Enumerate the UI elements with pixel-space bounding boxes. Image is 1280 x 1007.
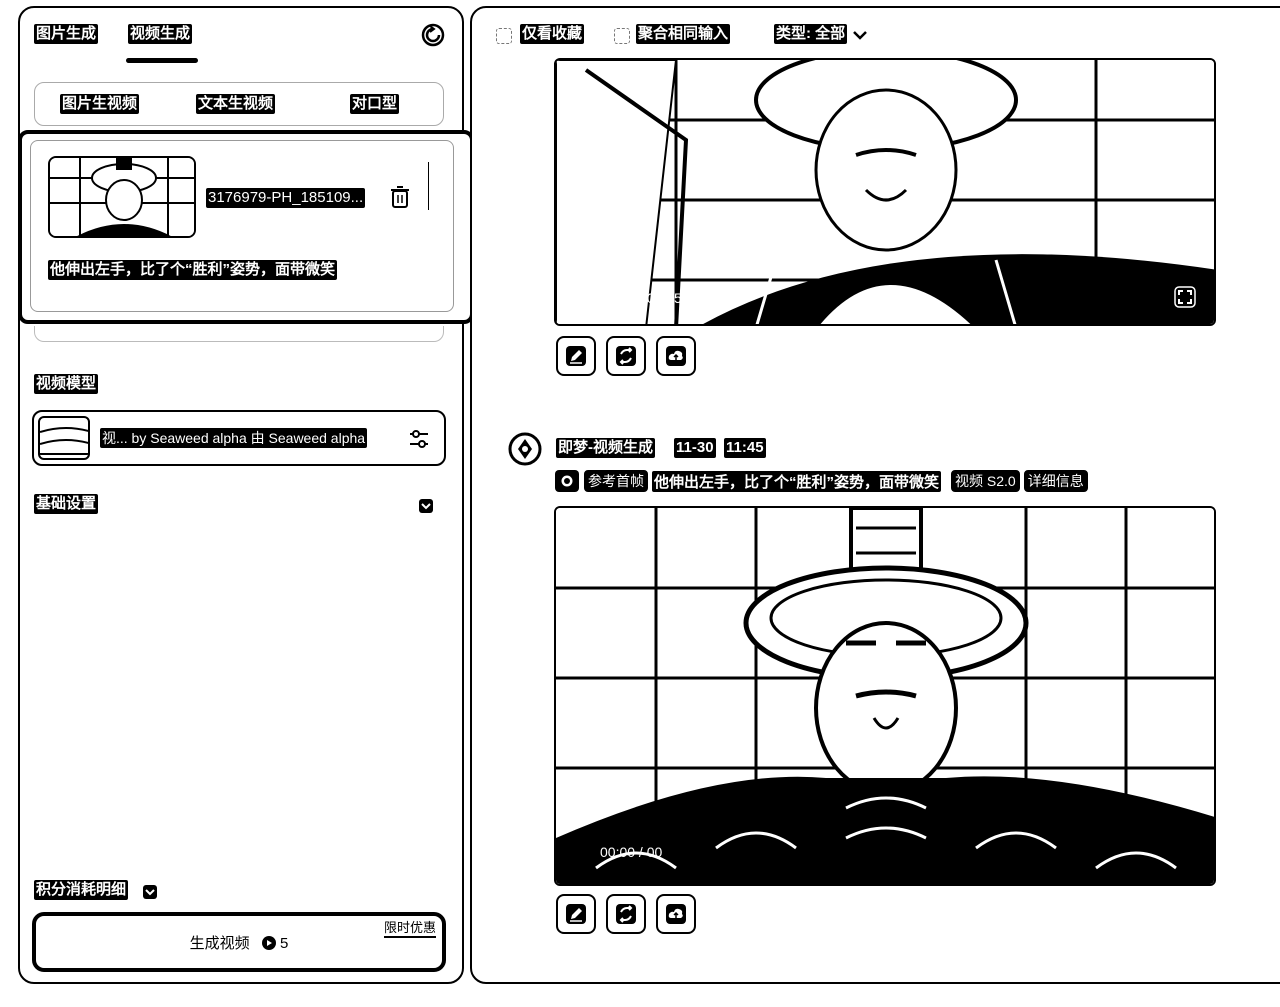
video-frame-content <box>556 60 1214 324</box>
right-panel: 仅看收藏 聚合相同输入 类型: 全部 00:02 / 00:05 即梦-视频生成… <box>470 6 1280 984</box>
pencil-icon <box>566 346 586 366</box>
tab-image-to-video[interactable]: 图片生视频 <box>60 94 140 114</box>
aggregate-checkbox[interactable] <box>614 28 630 44</box>
reference-frame-tag[interactable]: 参考首帧 <box>584 470 648 492</box>
generate-video-button[interactable]: 生成视频 5 限时优惠 <box>32 912 446 972</box>
promo-badge: 限时优惠 <box>383 920 436 938</box>
reference-image-icon <box>554 469 580 493</box>
settings-sliders-icon[interactable] <box>408 428 430 450</box>
model-name: 视... by Seaweed alpha 由 Seaweed alpha <box>100 428 368 448</box>
record-time: 11:45 <box>724 438 766 458</box>
record-source: 即梦-视频生成 <box>556 438 655 458</box>
video-time-display: 00:02 / 00:05 <box>600 290 682 306</box>
upload-cloud-icon <box>666 904 686 924</box>
generate-button-content: 生成视频 5 <box>36 934 442 954</box>
record-prompt[interactable]: 他伸出左手，比了个“胜利”姿势，面带微笑 <box>652 470 942 492</box>
tab-lip-sync[interactable]: 对口型 <box>350 94 400 114</box>
active-tab-underline <box>126 58 198 63</box>
trash-icon[interactable] <box>390 186 410 208</box>
edit-button[interactable] <box>556 894 596 934</box>
regenerate-icon <box>616 904 636 924</box>
video-time-display: 00:00 / 00 <box>600 844 663 860</box>
generate-button-label: 生成视频 <box>189 935 250 952</box>
prompt-row: 参考首帧 他伸出左手，比了个“胜利”姿势，面带微笑 视频 S2.0 详细信息 <box>554 468 1088 494</box>
tab-text-to-video[interactable]: 文本生视频 <box>196 94 276 114</box>
details-button[interactable]: 详细信息 <box>1023 470 1088 492</box>
upload-card[interactable]: 3176979-PH_185109... 他伸出左手，比了个“胜利”姿势，面带微… <box>18 130 474 324</box>
video-frame-content <box>556 508 1214 884</box>
chevron-down-icon[interactable] <box>852 28 868 42</box>
upscale-button[interactable] <box>656 894 696 934</box>
regenerate-icon <box>616 346 636 366</box>
fullscreen-icon[interactable] <box>1174 286 1196 308</box>
aggregate-inputs-label[interactable]: 聚合相同输入 <box>636 24 731 44</box>
upscale-button[interactable] <box>656 336 696 376</box>
tab-image-generation[interactable]: 图片生成 <box>34 24 99 44</box>
video-model-label: 视频模型 <box>34 374 99 394</box>
favorites-checkbox[interactable] <box>496 28 512 44</box>
regenerate-button[interactable] <box>606 894 646 934</box>
refresh-icon[interactable] <box>420 22 446 48</box>
chevron-down-icon[interactable] <box>142 884 158 900</box>
chevron-down-icon[interactable] <box>418 498 434 514</box>
card-shadow-edge <box>34 326 444 342</box>
generate-cost: 5 <box>280 935 289 952</box>
video-model-selector[interactable]: 视... by Seaweed alpha 由 Seaweed alpha <box>32 410 446 466</box>
pencil-icon <box>566 904 586 924</box>
upload-cloud-icon <box>666 346 686 366</box>
card-divider <box>428 162 429 210</box>
uploaded-image-thumbnail <box>48 156 196 238</box>
model-badge: 视频 S2.0 <box>951 470 1020 492</box>
credit-coin-icon <box>261 936 276 950</box>
regenerate-button[interactable] <box>606 336 646 376</box>
record-date: 11-30 <box>674 438 716 458</box>
video-player[interactable]: 00:00 / 00 <box>554 506 1216 886</box>
left-panel: 图片生成 视频生成 图片生视频 文本生视频 对口型 3176979-PH_185… <box>18 6 474 984</box>
credits-detail-label[interactable]: 积分消耗明细 <box>34 880 129 900</box>
video-player[interactable]: 00:02 / 00:05 <box>554 58 1216 326</box>
basic-settings-label[interactable]: 基础设置 <box>34 494 99 514</box>
edit-button[interactable] <box>556 336 596 376</box>
tab-video-generation[interactable]: 视频生成 <box>128 24 193 44</box>
uploaded-filename: 3176979-PH_185109... <box>206 188 366 208</box>
app-logo-icon <box>508 432 542 466</box>
model-thumbnail <box>38 416 90 460</box>
type-filter-dropdown[interactable]: 类型: 全部 <box>774 24 848 44</box>
favorites-only-label[interactable]: 仅看收藏 <box>520 24 585 44</box>
prompt-text[interactable]: 他伸出左手，比了个“胜利”姿势，面带微笑 <box>48 260 338 280</box>
